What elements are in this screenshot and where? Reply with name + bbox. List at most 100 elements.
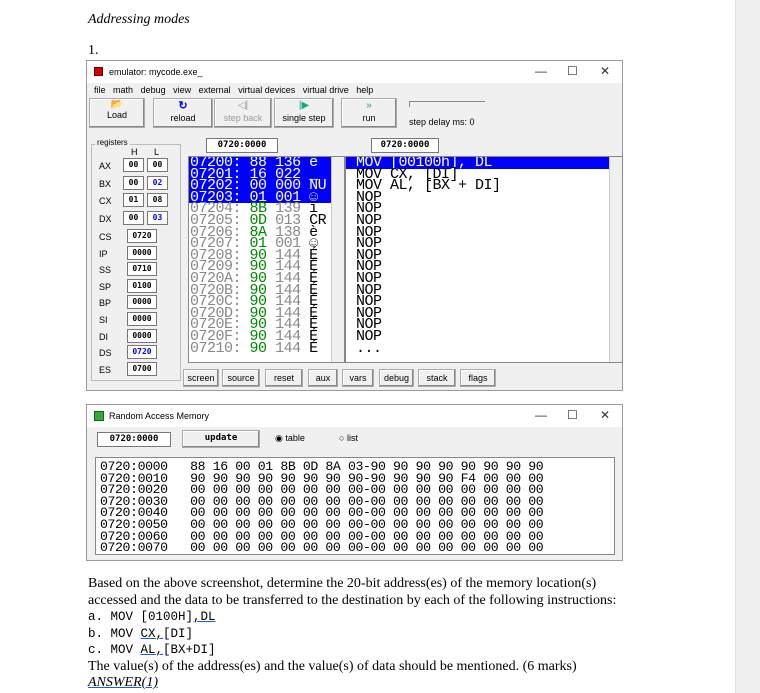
reload-icon: ↻ bbox=[178, 100, 188, 112]
register-high-value[interactable]: 00 bbox=[123, 175, 144, 190]
app-icon bbox=[94, 67, 103, 76]
disassembly-row[interactable]: NOP bbox=[346, 294, 609, 308]
register-value[interactable]: 0000 bbox=[127, 312, 157, 326]
menu-math[interactable]: math bbox=[113, 85, 133, 95]
reset-button[interactable]: reset bbox=[265, 369, 303, 387]
memory-row[interactable]: 07210: 90 144 É bbox=[189, 341, 344, 356]
reload-button[interactable]: ↻ reload bbox=[153, 98, 213, 128]
register-low-value[interactable]: 02 bbox=[147, 175, 168, 190]
menu-file[interactable]: file bbox=[94, 85, 106, 95]
debug-button[interactable]: debug bbox=[379, 369, 414, 387]
step-delay-label: step delay ms: 0 bbox=[409, 117, 475, 127]
update-button[interactable]: update bbox=[182, 430, 260, 448]
disassembly-listing[interactable]: MOV [00100h], DL MOV CX, [DI] MOV AL, [BX … bbox=[345, 156, 623, 363]
menu-virtual-devices[interactable]: virtual devices bbox=[238, 85, 295, 95]
register-value[interactable]: 0000 bbox=[127, 245, 157, 260]
step-delay-slider[interactable] bbox=[409, 101, 485, 107]
disassembly-row[interactable]: NOP bbox=[346, 318, 609, 332]
register-value[interactable]: 0100 bbox=[127, 278, 157, 293]
maximize-icon[interactable]: ☐ bbox=[567, 64, 578, 78]
disassembly-scrollbar[interactable] bbox=[609, 157, 622, 362]
register-label: DS bbox=[99, 348, 112, 359]
single-step-button[interactable]: |▶ single step bbox=[274, 98, 334, 128]
instr-b-operand: [DI] bbox=[163, 626, 194, 641]
disassembly-row[interactable]: NOP bbox=[346, 202, 609, 216]
question-text: Based on the above screenshot, determine… bbox=[88, 576, 616, 692]
vars-button[interactable]: vars bbox=[342, 369, 374, 387]
register-value[interactable]: 0700 bbox=[127, 361, 157, 376]
close-icon[interactable]: ✕ bbox=[600, 408, 610, 422]
menu-help[interactable]: help bbox=[356, 85, 373, 95]
register-value[interactable]: 0000 bbox=[127, 328, 157, 343]
aux-button[interactable]: aux bbox=[308, 369, 338, 387]
disassembly-row[interactable]: NOP bbox=[346, 329, 609, 343]
disassembly-row[interactable]: NOP bbox=[346, 236, 609, 250]
register-value[interactable]: 0720 bbox=[127, 229, 157, 243]
radio-unselected-icon: ○ bbox=[339, 433, 345, 443]
stack-button[interactable]: stack bbox=[418, 369, 456, 387]
memory-address-field[interactable]: 0720:0000 bbox=[206, 138, 278, 153]
memory-scrollbar[interactable] bbox=[331, 157, 344, 362]
instruction-a: a. MOV [0100H],DL bbox=[88, 609, 616, 626]
register-label: DI bbox=[99, 331, 108, 342]
instr-a-prefix: a. MOV bbox=[88, 610, 141, 624]
disassembly-row[interactable]: NOP bbox=[346, 283, 609, 297]
ram-window-title: Random Access Memory bbox=[109, 411, 210, 421]
list-radio[interactable]: ○ list bbox=[339, 433, 358, 443]
disassembly-row[interactable]: MOV AL, [BX + DI] bbox=[346, 178, 609, 192]
title-bar: emulator: mycode.exe_ — ☐ ✕ bbox=[87, 61, 622, 83]
register-label: AX bbox=[99, 161, 112, 171]
step-back-button[interactable]: ◁| step back bbox=[214, 98, 272, 128]
register-high-value[interactable]: 00 bbox=[123, 158, 144, 172]
disassembly-row[interactable]: NOP bbox=[346, 225, 609, 239]
register-label: CX bbox=[99, 196, 112, 206]
register-low-value[interactable]: 03 bbox=[147, 210, 168, 225]
answer-field[interactable]: ANSWER(1) bbox=[88, 675, 616, 692]
table-label: table bbox=[285, 433, 305, 443]
register-low-value[interactable]: 08 bbox=[147, 193, 168, 207]
register-low-value[interactable]: 00 bbox=[147, 158, 168, 172]
register-label: SS bbox=[99, 265, 112, 276]
question-number: 1. bbox=[88, 43, 99, 58]
menu-virtual-drive[interactable]: virtual drive bbox=[303, 85, 349, 95]
emulator-window: emulator: mycode.exe_ — ☐ ✕ file math de… bbox=[86, 60, 623, 391]
menu-external[interactable]: external bbox=[199, 85, 231, 95]
run-button[interactable]: » run bbox=[341, 98, 397, 128]
minimize-icon[interactable]: — bbox=[535, 64, 547, 78]
screen-button[interactable]: screen bbox=[183, 369, 219, 387]
registers-label: registers bbox=[95, 138, 130, 147]
menu-debug[interactable]: debug bbox=[141, 85, 166, 95]
minimize-icon[interactable]: — bbox=[535, 408, 547, 422]
ram-title-bar: Random Access Memory — ☐ ✕ bbox=[87, 405, 622, 427]
ram-address-field[interactable]: 0720:0000 bbox=[97, 432, 171, 447]
disassembly-row[interactable]: ... bbox=[346, 341, 609, 355]
instr-a-source: ,DL bbox=[193, 610, 216, 624]
flags-button[interactable]: flags bbox=[460, 369, 496, 387]
register-label: BP bbox=[99, 298, 112, 309]
close-icon[interactable]: ✕ bbox=[600, 64, 610, 78]
instr-c-prefix: c. MOV bbox=[88, 643, 141, 657]
source-button[interactable]: source bbox=[222, 369, 260, 387]
load-button[interactable]: 📂 Load bbox=[89, 98, 145, 128]
disassembly-row[interactable]: NOP bbox=[346, 260, 609, 274]
section-heading: Addressing modes bbox=[88, 12, 190, 27]
memory-listing[interactable]: 07200: 88 136 ê 07201: 16 022 _ 07202: 00 … bbox=[188, 156, 345, 363]
ram-app-icon bbox=[94, 411, 104, 421]
disasm-address-field[interactable]: 0720:0000 bbox=[371, 138, 439, 153]
register-value[interactable]: 0710 bbox=[127, 262, 157, 277]
register-value[interactable]: 0720 bbox=[127, 345, 157, 360]
window-title: emulator: mycode.exe_ bbox=[109, 67, 203, 77]
disassembly-row[interactable]: NOP bbox=[346, 248, 609, 262]
maximize-icon[interactable]: ☐ bbox=[567, 408, 578, 422]
register-high-value[interactable]: 01 bbox=[123, 193, 144, 207]
table-radio[interactable]: ◉ table bbox=[275, 433, 305, 444]
step-back-icon: ◁| bbox=[237, 100, 249, 111]
disassembly-row[interactable]: NOP bbox=[346, 213, 609, 227]
disassembly-row[interactable]: NOP bbox=[346, 271, 609, 285]
register-high-value[interactable]: 00 bbox=[123, 210, 144, 225]
menu-view[interactable]: view bbox=[173, 85, 191, 95]
low-byte-label: L bbox=[154, 147, 160, 157]
register-value[interactable]: 0000 bbox=[127, 295, 157, 310]
disassembly-row[interactable]: NOP bbox=[346, 306, 609, 320]
ram-table[interactable]: 0720:0000 88 16 00 01 8B 0D 8A 03-90 90 … bbox=[95, 457, 615, 555]
